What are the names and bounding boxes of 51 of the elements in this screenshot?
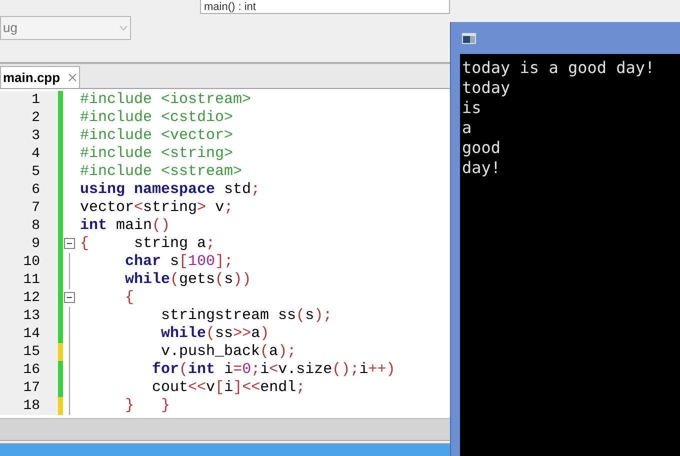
line-number: 9 — [0, 235, 58, 253]
line-number: 4 — [0, 145, 58, 163]
line-number: 8 — [0, 217, 58, 235]
code-line: #include <sstream> — [80, 163, 242, 181]
line-number: 17 — [0, 379, 58, 397]
code-line: stringstream ss(s); — [160, 307, 332, 325]
code-line: using namespace std; — [80, 181, 260, 199]
code-line: { string a; — [80, 235, 216, 253]
build-target-dropdown[interactable]: ug — [0, 16, 131, 40]
console-line: is — [462, 98, 482, 118]
line-number: 16 — [0, 361, 58, 379]
line-number: 1 — [0, 91, 58, 109]
line-number: 7 — [0, 199, 58, 217]
code-line: while(gets(s)) — [124, 271, 252, 289]
console-line: good — [462, 138, 502, 158]
code-line: v.push_back(a); — [160, 343, 296, 361]
horizontal-scrollbar[interactable] — [0, 418, 450, 440]
line-number: 15 — [0, 343, 58, 361]
chevron-down-icon — [119, 25, 128, 31]
code-line: cout<<v[i]<<endl; — [151, 379, 306, 397]
code-line: while(ss>>a) — [160, 325, 270, 343]
console-line: today is a good day! — [462, 58, 656, 78]
code-line: #include <string> — [80, 145, 234, 163]
code-line: } } — [124, 397, 170, 415]
line-number: 14 — [0, 325, 58, 343]
console-line: day! — [462, 158, 502, 178]
code-line: int main() — [80, 217, 170, 235]
line-number: 11 — [0, 271, 58, 289]
line-number: 18 — [0, 397, 58, 415]
code-line: #include <cstdio> — [80, 109, 234, 127]
code-line: #include <iostream> — [80, 91, 252, 109]
console-window-icon — [462, 32, 476, 44]
code-line: vector<string> v; — [80, 199, 234, 217]
console-line: today — [462, 78, 512, 98]
console-line: a — [462, 118, 473, 138]
line-number: 10 — [0, 253, 58, 271]
editor-tab[interactable]: main.cpp — [0, 66, 80, 88]
line-number: 6 — [0, 181, 58, 199]
code-line: { — [124, 289, 134, 307]
line-number: 3 — [0, 127, 58, 145]
line-number: 2 — [0, 109, 58, 127]
line-number: 12 — [0, 289, 58, 307]
line-number: 13 — [0, 307, 58, 325]
close-icon[interactable] — [68, 73, 78, 82]
code-line: #include <vector> — [80, 127, 234, 145]
fold-toggle-icon[interactable] — [64, 238, 75, 249]
line-number: 5 — [0, 163, 58, 181]
code-line: char s[100]; — [124, 253, 234, 271]
code-line: for(int i=0;i<v.size();i++) — [151, 361, 396, 379]
fold-toggle-icon[interactable] — [64, 292, 75, 303]
function-scope-dropdown[interactable]: main() : int — [200, 0, 450, 14]
